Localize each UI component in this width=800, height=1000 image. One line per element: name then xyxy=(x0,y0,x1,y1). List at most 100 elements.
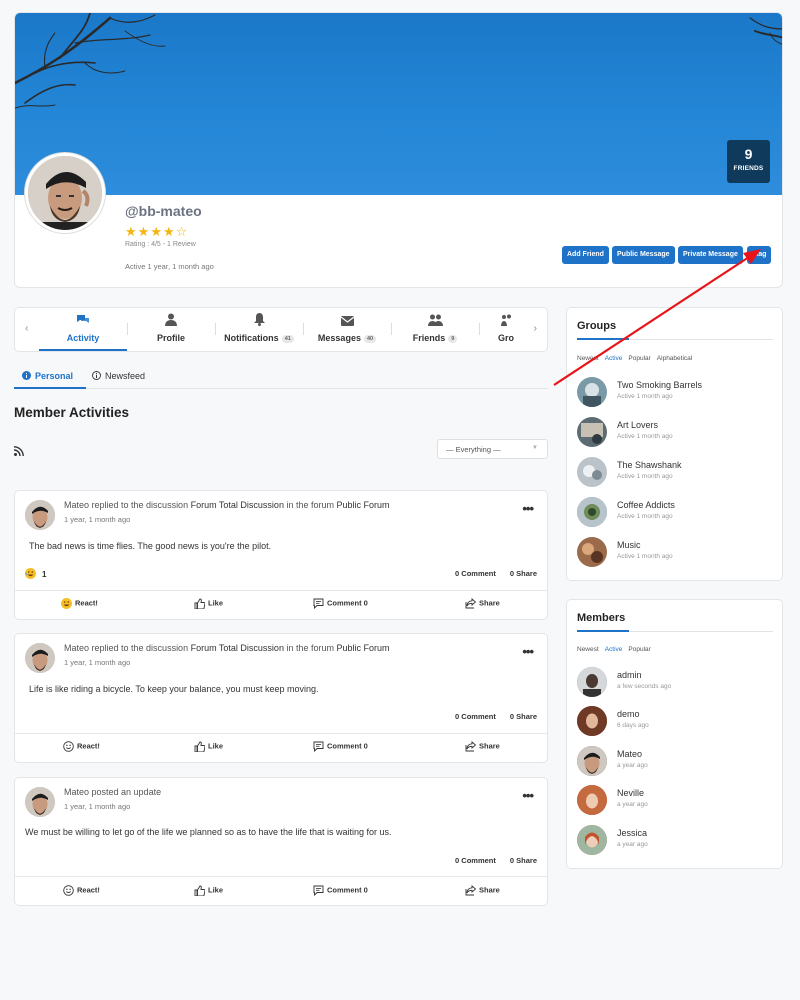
profile-username: @bb-mateo xyxy=(125,203,202,219)
tab-activity[interactable]: Activity xyxy=(39,313,127,346)
group-item[interactable]: Coffee Addicts Active 1 month ago xyxy=(577,497,773,527)
group-activity: Active 1 month ago xyxy=(617,393,673,400)
subtab-personal-label: Personal xyxy=(35,371,74,381)
group-avatar[interactable] xyxy=(577,497,607,527)
member-name[interactable]: Mateo xyxy=(617,749,642,759)
share-button[interactable]: Share xyxy=(465,885,500,896)
activity-header: Mateo replied to the discussion Forum To… xyxy=(64,643,390,653)
rating-stars: ★★★★☆ xyxy=(125,224,188,240)
member-item[interactable]: Mateo a year ago xyxy=(577,746,773,776)
members-widget-title: Members xyxy=(577,612,626,624)
divider xyxy=(15,733,547,734)
like-button[interactable]: Like xyxy=(194,885,223,897)
subtab-personal[interactable]: Personal xyxy=(22,371,73,381)
subtab-newsfeed[interactable]: Newsfeed xyxy=(92,371,145,381)
activity-topic-link[interactable]: Forum Total Discussion xyxy=(191,643,284,653)
avatar[interactable] xyxy=(25,643,55,673)
like-button[interactable]: Like xyxy=(194,741,223,753)
activity-forum-link[interactable]: Public Forum xyxy=(336,500,389,510)
tab-profile[interactable]: Profile xyxy=(127,313,215,346)
group-avatar[interactable] xyxy=(577,417,607,447)
avatar[interactable] xyxy=(25,787,55,817)
comment-button[interactable]: Comment 0 xyxy=(313,598,368,610)
activity-actor-link[interactable]: Mateo xyxy=(64,787,89,797)
share-button[interactable]: Share xyxy=(465,741,500,752)
tab-groups[interactable]: Gro xyxy=(479,313,533,346)
member-name[interactable]: Neville xyxy=(617,788,644,798)
group-item[interactable]: Music Active 1 month ago xyxy=(577,537,773,567)
member-avatar[interactable] xyxy=(577,706,607,736)
section-title: Member Activities xyxy=(14,405,130,420)
rss-icon[interactable] xyxy=(13,443,24,461)
group-name[interactable]: Music xyxy=(617,540,641,550)
more-options-icon[interactable]: ••• xyxy=(522,644,534,659)
member-item[interactable]: demo 6 days ago xyxy=(577,706,773,736)
annotation-arrow xyxy=(553,249,761,386)
member-name[interactable]: demo xyxy=(617,709,640,719)
profile-avatar[interactable] xyxy=(25,153,105,233)
group-name[interactable]: Art Lovers xyxy=(617,420,658,430)
member-last-active: a year ago xyxy=(617,841,648,848)
member-last-active: a few seconds ago xyxy=(617,683,672,690)
comment-icon xyxy=(313,885,324,897)
share-count[interactable]: 0 Share xyxy=(510,712,537,721)
activity-actor-link[interactable]: Mateo xyxy=(64,643,89,653)
share-count[interactable]: 0 Share xyxy=(510,856,537,865)
comment-label: Comment 0 xyxy=(327,741,368,751)
friends-count: 9 xyxy=(744,146,753,162)
member-avatar[interactable] xyxy=(577,785,607,815)
group-item[interactable]: The Shawshank Active 1 month ago xyxy=(577,457,773,487)
share-count[interactable]: 0 Share xyxy=(510,569,537,578)
member-item[interactable]: Jessica a year ago xyxy=(577,825,773,855)
more-options-icon[interactable]: ••• xyxy=(522,501,534,516)
comment-count[interactable]: 0 Comment xyxy=(455,856,496,865)
react-button[interactable]: React! xyxy=(63,741,100,752)
tab-notifications[interactable]: Notifications 41 xyxy=(215,313,303,346)
tab-label: Profile xyxy=(156,333,185,343)
share-button[interactable]: Share xyxy=(465,598,500,609)
member-avatar[interactable] xyxy=(577,667,607,697)
comment-count[interactable]: 0 Comment xyxy=(455,569,496,578)
group-activity: Active 1 month ago xyxy=(617,513,673,520)
star-filled-icon: ★ xyxy=(150,224,163,239)
tab-label: Activity xyxy=(66,333,100,343)
filter-newest[interactable]: Newest xyxy=(577,646,599,653)
activity-topic-link[interactable]: Forum Total Discussion xyxy=(191,500,284,510)
activity-filter-select[interactable]: — Everything — ▼ xyxy=(437,439,548,459)
member-last-active: a year ago xyxy=(617,762,648,769)
like-button[interactable]: Like xyxy=(194,598,223,610)
member-avatar[interactable] xyxy=(577,746,607,776)
filter-active[interactable]: Active xyxy=(605,646,623,653)
friends-count-box[interactable]: 9 FRIENDS xyxy=(727,140,770,183)
share-label: Share xyxy=(479,885,500,895)
member-avatar[interactable] xyxy=(577,825,607,855)
group-name[interactable]: Coffee Addicts xyxy=(617,500,675,510)
activity-actor-link[interactable]: Mateo xyxy=(64,500,89,510)
comment-button[interactable]: Comment 0 xyxy=(313,741,368,753)
tab-label: Gro xyxy=(497,333,514,343)
member-item[interactable]: Neville a year ago xyxy=(577,785,773,815)
member-name[interactable]: Jessica xyxy=(617,828,647,838)
member-name[interactable]: admin xyxy=(617,670,642,680)
group-item[interactable]: Art Lovers Active 1 month ago xyxy=(577,417,773,447)
tab-messages[interactable]: Messages 40 xyxy=(303,313,391,346)
thumbs-up-icon xyxy=(194,741,206,753)
comment-button[interactable]: Comment 0 xyxy=(313,885,368,897)
activity-forum-link[interactable]: Public Forum xyxy=(336,643,389,653)
group-avatar[interactable] xyxy=(577,457,607,487)
group-name[interactable]: The Shawshank xyxy=(617,460,682,470)
activity-action-text: replied to the discussion xyxy=(89,643,191,653)
chevron-left-icon[interactable]: ‹ xyxy=(25,323,28,334)
filter-popular[interactable]: Popular xyxy=(628,646,650,653)
chevron-right-icon[interactable]: › xyxy=(534,323,537,334)
react-button[interactable]: React! xyxy=(61,598,98,609)
comment-count[interactable]: 0 Comment xyxy=(455,712,496,721)
member-item[interactable]: admin a few seconds ago xyxy=(577,667,773,697)
tab-friends[interactable]: Friends 9 xyxy=(391,313,479,346)
group-avatar[interactable] xyxy=(577,537,607,567)
more-options-icon[interactable]: ••• xyxy=(522,788,534,803)
avatar[interactable] xyxy=(25,500,55,530)
react-button[interactable]: React! xyxy=(63,885,100,896)
star-filled-icon: ★ xyxy=(125,224,138,239)
reaction-summary[interactable]: 1 xyxy=(25,568,46,579)
